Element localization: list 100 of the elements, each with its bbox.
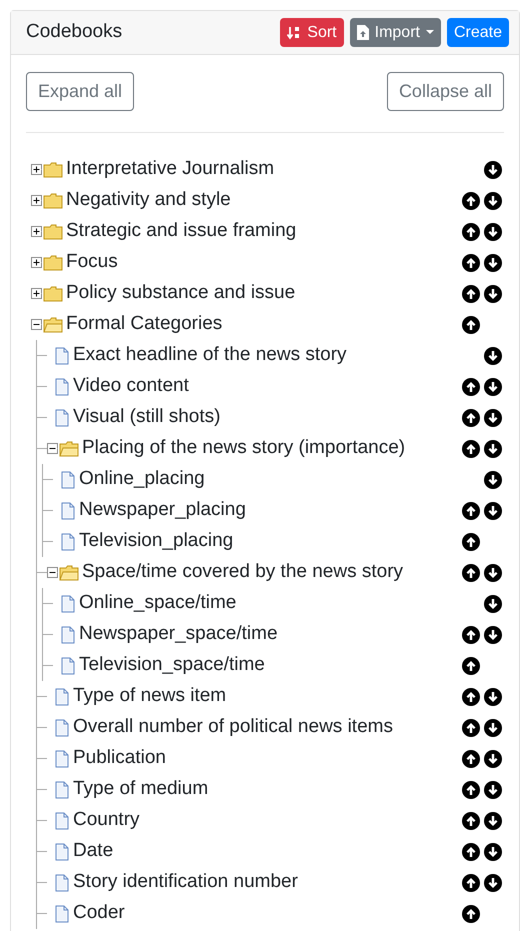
arrow-up-circle-icon[interactable] xyxy=(462,718,480,736)
document-icon xyxy=(54,688,70,706)
tree-item-label[interactable]: Interpretative Journalism xyxy=(66,155,274,184)
document-icon xyxy=(60,470,76,488)
expand-toggle-icon[interactable] xyxy=(31,164,42,175)
arrow-up-circle-icon[interactable] xyxy=(462,284,480,302)
arrow-down-circle-icon[interactable] xyxy=(484,688,502,706)
tree-item-label[interactable]: Country xyxy=(73,806,140,835)
document-icon xyxy=(54,408,70,426)
expand-all-button[interactable]: Expand all xyxy=(26,72,134,111)
arrow-down-circle-icon[interactable] xyxy=(484,750,502,768)
document-icon xyxy=(60,626,76,644)
arrow-down-circle-icon[interactable] xyxy=(484,192,502,210)
caret-down-icon xyxy=(426,30,434,35)
arrow-up-circle-icon[interactable] xyxy=(462,564,480,582)
expand-toggle-icon[interactable] xyxy=(31,226,42,237)
arrow-up-circle-icon[interactable] xyxy=(462,874,480,892)
tree-item-label[interactable]: Type of news item xyxy=(73,682,226,711)
folder-icon xyxy=(43,254,63,270)
sort-button[interactable]: Sort xyxy=(280,18,344,47)
tree-item-label[interactable]: Type of medium xyxy=(73,775,208,804)
collapse-all-button[interactable]: Collapse all xyxy=(386,72,504,111)
tree-item-label[interactable]: Television_space/time xyxy=(79,651,265,680)
arrow-down-circle-icon[interactable] xyxy=(484,780,502,798)
document-icon xyxy=(54,874,70,892)
tree-item-label[interactable]: Space/time covered by the news story xyxy=(82,558,404,587)
collapse-toggle-icon[interactable] xyxy=(47,567,58,578)
tree-item-label[interactable]: Negativity and style xyxy=(66,186,231,215)
tree-item-label[interactable]: Coder xyxy=(73,899,125,928)
tree-item-label[interactable]: Formal Categories xyxy=(66,310,222,339)
collapse-toggle-icon[interactable] xyxy=(31,319,42,330)
arrow-down-circle-icon[interactable] xyxy=(484,284,502,302)
document-icon xyxy=(54,812,70,830)
tree-item-label[interactable]: Overall number of political news items xyxy=(73,713,393,742)
tree-item-label[interactable]: Publication xyxy=(73,744,166,773)
tree-item-label[interactable]: Date xyxy=(73,837,114,866)
tree-item-label[interactable]: Story identification number xyxy=(73,868,298,897)
arrow-down-circle-icon[interactable] xyxy=(484,222,502,240)
tree-item-label[interactable]: Newspaper_placing xyxy=(79,496,246,525)
arrow-down-circle-icon[interactable] xyxy=(484,378,502,396)
arrow-up-circle-icon[interactable] xyxy=(462,656,480,674)
arrow-up-circle-icon[interactable] xyxy=(462,222,480,240)
arrow-down-circle-icon[interactable] xyxy=(484,408,502,426)
folder-icon xyxy=(43,192,63,208)
tree-item-label[interactable]: Online_placing xyxy=(79,465,205,494)
arrow-down-circle-icon[interactable] xyxy=(484,718,502,736)
sort-icon xyxy=(287,26,302,40)
arrow-up-circle-icon[interactable] xyxy=(462,904,480,922)
tree-item-label[interactable]: Video content xyxy=(73,372,189,401)
arrow-down-circle-icon[interactable] xyxy=(484,812,502,830)
arrow-down-circle-icon[interactable] xyxy=(484,874,502,892)
tree-item-label[interactable]: Exact headline of the news story xyxy=(73,341,347,370)
document-icon xyxy=(60,502,76,520)
arrow-down-circle-icon[interactable] xyxy=(484,160,502,178)
arrow-up-circle-icon[interactable] xyxy=(462,812,480,830)
arrow-down-circle-icon[interactable] xyxy=(484,502,502,520)
expand-toggle-icon[interactable] xyxy=(31,257,42,268)
document-icon xyxy=(54,780,70,798)
document-icon xyxy=(54,842,70,860)
arrow-up-circle-icon[interactable] xyxy=(462,532,480,550)
collapse-toggle-icon[interactable] xyxy=(47,443,58,454)
arrow-up-circle-icon[interactable] xyxy=(462,780,480,798)
tree-item-label[interactable]: Online_space/time xyxy=(79,589,236,618)
arrow-down-circle-icon[interactable] xyxy=(484,626,502,644)
arrow-down-circle-icon[interactable] xyxy=(484,594,502,612)
arrow-up-circle-icon[interactable] xyxy=(462,378,480,396)
folder-icon xyxy=(43,162,63,178)
arrow-down-circle-icon[interactable] xyxy=(484,440,502,458)
tree-item-label[interactable]: Focus xyxy=(66,248,118,277)
arrow-up-circle-icon[interactable] xyxy=(462,254,480,272)
tree-item-label[interactable]: Visual (still shots) xyxy=(73,403,220,432)
arrow-up-circle-icon[interactable] xyxy=(462,688,480,706)
document-icon xyxy=(60,594,76,612)
arrow-down-circle-icon[interactable] xyxy=(484,254,502,272)
expand-toggle-icon[interactable] xyxy=(31,288,42,299)
create-button[interactable]: Create xyxy=(446,18,509,47)
arrow-up-circle-icon[interactable] xyxy=(462,408,480,426)
tree-item-label[interactable]: Television_placing xyxy=(79,527,234,556)
arrow-up-circle-icon[interactable] xyxy=(462,842,480,860)
tree-item-label[interactable]: Newspaper_space/time xyxy=(79,620,278,649)
arrow-down-circle-icon[interactable] xyxy=(484,842,502,860)
open-folder-icon xyxy=(59,440,79,456)
arrow-up-circle-icon[interactable] xyxy=(462,192,480,210)
document-icon xyxy=(54,718,70,736)
arrow-up-circle-icon[interactable] xyxy=(462,316,480,334)
expand-toggle-icon[interactable] xyxy=(31,195,42,206)
import-button[interactable]: Import xyxy=(350,18,441,47)
arrow-up-circle-icon[interactable] xyxy=(462,502,480,520)
open-folder-icon xyxy=(43,316,63,332)
arrow-down-circle-icon[interactable] xyxy=(484,346,502,364)
arrow-up-circle-icon[interactable] xyxy=(462,440,480,458)
document-icon xyxy=(54,378,70,396)
tree-item-label[interactable]: Placing of the news story (importance) xyxy=(82,434,406,463)
document-icon xyxy=(54,904,70,922)
arrow-up-circle-icon[interactable] xyxy=(462,750,480,768)
arrow-down-circle-icon[interactable] xyxy=(484,470,502,488)
arrow-up-circle-icon[interactable] xyxy=(462,626,480,644)
tree-item-label[interactable]: Strategic and issue framing xyxy=(66,217,296,246)
arrow-down-circle-icon[interactable] xyxy=(484,564,502,582)
tree-item-label[interactable]: Policy substance and issue xyxy=(66,279,296,308)
